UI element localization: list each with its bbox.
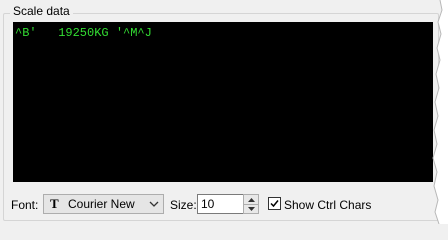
- scale-data-output[interactable]: ^B' 19250KG '^M^J: [13, 22, 433, 182]
- arrow-up-icon: [247, 197, 255, 202]
- font-dropdown[interactable]: T Courier New: [43, 194, 164, 214]
- size-input[interactable]: 10: [197, 194, 244, 214]
- show-ctrl-chars-label[interactable]: Show Ctrl Chars: [284, 197, 371, 213]
- checkmark-icon: [270, 200, 279, 208]
- group-title: Scale data: [10, 4, 73, 18]
- size-label: Size:: [170, 198, 197, 212]
- spin-down-button[interactable]: [244, 204, 258, 213]
- font-dropdown-value: Courier New: [68, 197, 135, 211]
- arrow-down-icon: [247, 206, 255, 211]
- size-spinner: [243, 194, 259, 214]
- chevron-down-icon: [149, 201, 159, 207]
- show-ctrl-chars-checkbox[interactable]: [268, 197, 281, 210]
- truetype-font-icon: T: [50, 196, 59, 211]
- font-label: Font:: [11, 198, 39, 212]
- torn-edge: [432, 0, 448, 224]
